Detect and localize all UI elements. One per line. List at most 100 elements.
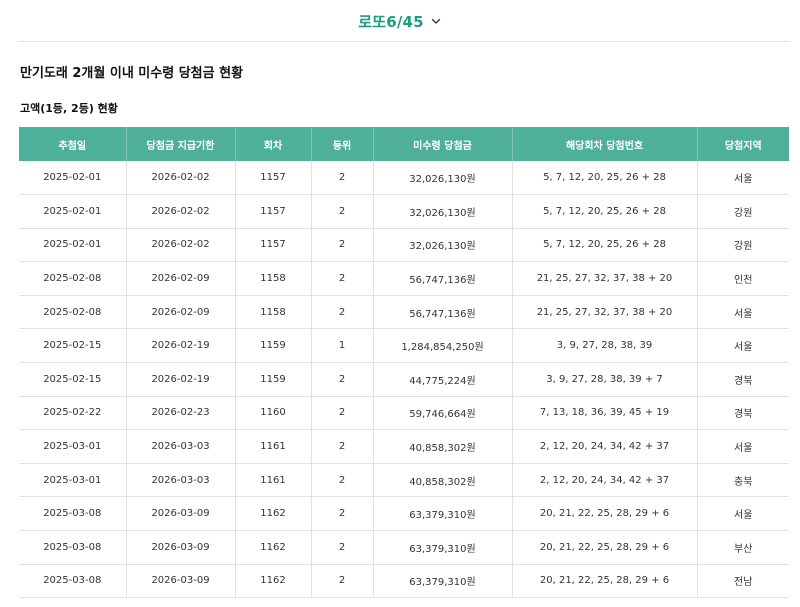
cell-round: 1159 <box>235 328 312 364</box>
table-row: 2025-02-08 2026-02-09 1158 2 56,747,136원 21, … <box>19 295 789 330</box>
header-divider <box>18 41 790 42</box>
column-header-round: 회차 <box>235 127 312 161</box>
cell-draw-date: 2025-02-15 <box>19 362 127 397</box>
cell-draw-date: 2025-02-08 <box>19 261 127 296</box>
cell-unclaimed-amount: 63,379,310원 <box>373 496 513 532</box>
cell-payment-deadline: 2026-02-09 <box>126 295 236 330</box>
cell-winning-numbers: 3, 9, 27, 28, 38, 39 + 7 <box>512 362 698 397</box>
cell-payment-deadline: 2026-02-19 <box>126 362 236 397</box>
column-header-payment-deadline: 당첨금 지급기한 <box>126 127 236 161</box>
cell-winning-numbers: 3, 9, 27, 28, 38, 39 <box>512 328 698 364</box>
cell-round: 1158 <box>235 295 312 330</box>
cell-winning-numbers: 20, 21, 22, 25, 28, 29 + 6 <box>512 530 698 565</box>
table-body: 2025-02-01 2026-02-02 1157 2 32,026,130원 5, 7… <box>19 161 789 599</box>
cell-payment-deadline: 2026-02-19 <box>126 328 236 364</box>
page-title: 만기도래 2개월 이내 미수령 당첨금 현황 <box>20 66 244 81</box>
cell-rank: 2 <box>311 564 374 599</box>
cell-rank: 2 <box>311 261 374 296</box>
table-row: 2025-03-01 2026-03-03 1161 2 40,858,302원 2, 1… <box>19 463 789 498</box>
cell-region: 서울 <box>697 161 789 196</box>
cell-rank: 2 <box>311 496 374 532</box>
cell-rank: 2 <box>311 463 374 498</box>
cell-rank: 2 <box>311 161 374 196</box>
table-row: 2025-02-22 2026-02-23 1160 2 59,746,664원 7, 1… <box>19 396 789 431</box>
column-header-region: 당첨지역 <box>697 127 789 161</box>
table-row: 2025-02-01 2026-02-02 1157 2 32,026,130원 5, 7… <box>19 161 789 196</box>
cell-region: 전남 <box>697 564 789 599</box>
table-row: 2025-02-01 2026-02-02 1157 2 32,026,130원 5, 7… <box>19 194 789 229</box>
section-subtitle: 고액(1등, 2등) 현황 <box>20 102 118 115</box>
cell-winning-numbers: 2, 12, 20, 24, 34, 42 + 37 <box>512 429 698 464</box>
cell-payment-deadline: 2026-03-03 <box>126 463 236 498</box>
table-row: 2025-03-08 2026-03-09 1162 2 63,379,310원 20, … <box>19 564 789 599</box>
table-row: 2025-02-15 2026-02-19 1159 2 44,775,224원 3, 9… <box>19 362 789 397</box>
cell-region: 부산 <box>697 530 789 565</box>
cell-winning-numbers: 5, 7, 12, 20, 25, 26 + 28 <box>512 228 698 263</box>
cell-rank: 2 <box>311 530 374 565</box>
cell-payment-deadline: 2026-03-09 <box>126 496 236 532</box>
cell-region: 경북 <box>697 396 789 431</box>
cell-draw-date: 2025-02-01 <box>19 194 127 229</box>
cell-winning-numbers: 20, 21, 22, 25, 28, 29 + 6 <box>512 496 698 532</box>
cell-rank: 2 <box>311 228 374 263</box>
cell-payment-deadline: 2026-02-23 <box>126 396 236 431</box>
cell-round: 1158 <box>235 261 312 296</box>
cell-round: 1157 <box>235 161 312 196</box>
cell-winning-numbers: 5, 7, 12, 20, 25, 26 + 28 <box>512 194 698 229</box>
table-header-row: 추첨일 당첨금 지급기한 회차 등위 미수령 당첨금 해당회차 당첨번호 당첨지역 <box>19 127 789 161</box>
cell-unclaimed-amount: 63,379,310원 <box>373 530 513 565</box>
cell-winning-numbers: 21, 25, 27, 32, 37, 38 + 20 <box>512 295 698 330</box>
cell-region: 강원 <box>697 194 789 229</box>
cell-draw-date: 2025-02-22 <box>19 396 127 431</box>
cell-draw-date: 2025-02-08 <box>19 295 127 330</box>
cell-unclaimed-amount: 32,026,130원 <box>373 161 513 196</box>
cell-region: 서울 <box>697 295 789 330</box>
cell-winning-numbers: 5, 7, 12, 20, 25, 26 + 28 <box>512 161 698 196</box>
cell-region: 강원 <box>697 228 789 263</box>
cell-unclaimed-amount: 40,858,302원 <box>373 429 513 464</box>
cell-region: 서울 <box>697 496 789 532</box>
column-header-unclaimed-amount: 미수령 당첨금 <box>373 127 513 161</box>
cell-round: 1161 <box>235 463 312 498</box>
cell-round: 1157 <box>235 228 312 263</box>
cell-rank: 2 <box>311 194 374 229</box>
cell-region: 서울 <box>697 429 789 464</box>
table-row: 2025-03-01 2026-03-03 1161 2 40,858,302원 2, 1… <box>19 429 789 464</box>
cell-draw-date: 2025-03-08 <box>19 530 127 565</box>
unclaimed-prize-table: 추첨일 당첨금 지급기한 회차 등위 미수령 당첨금 해당회차 당첨번호 당첨지역 2025… <box>19 127 789 599</box>
cell-unclaimed-amount: 56,747,136원 <box>373 261 513 296</box>
cell-round: 1161 <box>235 429 312 464</box>
cell-payment-deadline: 2026-02-02 <box>126 228 236 263</box>
cell-winning-numbers: 21, 25, 27, 32, 37, 38 + 20 <box>512 261 698 296</box>
cell-payment-deadline: 2026-03-09 <box>126 530 236 565</box>
cell-unclaimed-amount: 1,284,854,250원 <box>373 328 513 364</box>
cell-winning-numbers: 20, 21, 22, 25, 28, 29 + 6 <box>512 564 698 599</box>
table-row: 2025-03-08 2026-03-09 1162 2 63,379,310원 20, … <box>19 496 789 532</box>
cell-payment-deadline: 2026-03-03 <box>126 429 236 464</box>
cell-rank: 1 <box>311 328 374 364</box>
cell-region: 서울 <box>697 328 789 364</box>
cell-round: 1162 <box>235 496 312 532</box>
table-row: 2025-03-08 2026-03-09 1162 2 63,379,310원 20, … <box>19 530 789 565</box>
lottery-game-select[interactable]: 로또6/45 <box>0 8 800 34</box>
cell-round: 1159 <box>235 362 312 397</box>
cell-region: 경북 <box>697 362 789 397</box>
lottery-game-select-label: 로또6/45 <box>358 12 424 31</box>
cell-region: 인천 <box>697 261 789 296</box>
cell-unclaimed-amount: 32,026,130원 <box>373 228 513 263</box>
cell-unclaimed-amount: 32,026,130원 <box>373 194 513 229</box>
cell-round: 1162 <box>235 564 312 599</box>
cell-draw-date: 2025-03-01 <box>19 429 127 464</box>
cell-unclaimed-amount: 63,379,310원 <box>373 564 513 599</box>
cell-round: 1160 <box>235 396 312 431</box>
cell-winning-numbers: 7, 13, 18, 36, 39, 45 + 19 <box>512 396 698 431</box>
chevron-down-icon <box>431 18 440 24</box>
cell-rank: 2 <box>311 396 374 431</box>
cell-round: 1162 <box>235 530 312 565</box>
column-header-winning-numbers: 해당회차 당첨번호 <box>512 127 698 161</box>
cell-draw-date: 2025-02-15 <box>19 328 127 364</box>
table-row: 2025-02-01 2026-02-02 1157 2 32,026,130원 5, 7… <box>19 228 789 263</box>
cell-unclaimed-amount: 59,746,664원 <box>373 396 513 431</box>
cell-payment-deadline: 2026-02-02 <box>126 194 236 229</box>
cell-draw-date: 2025-02-01 <box>19 228 127 263</box>
